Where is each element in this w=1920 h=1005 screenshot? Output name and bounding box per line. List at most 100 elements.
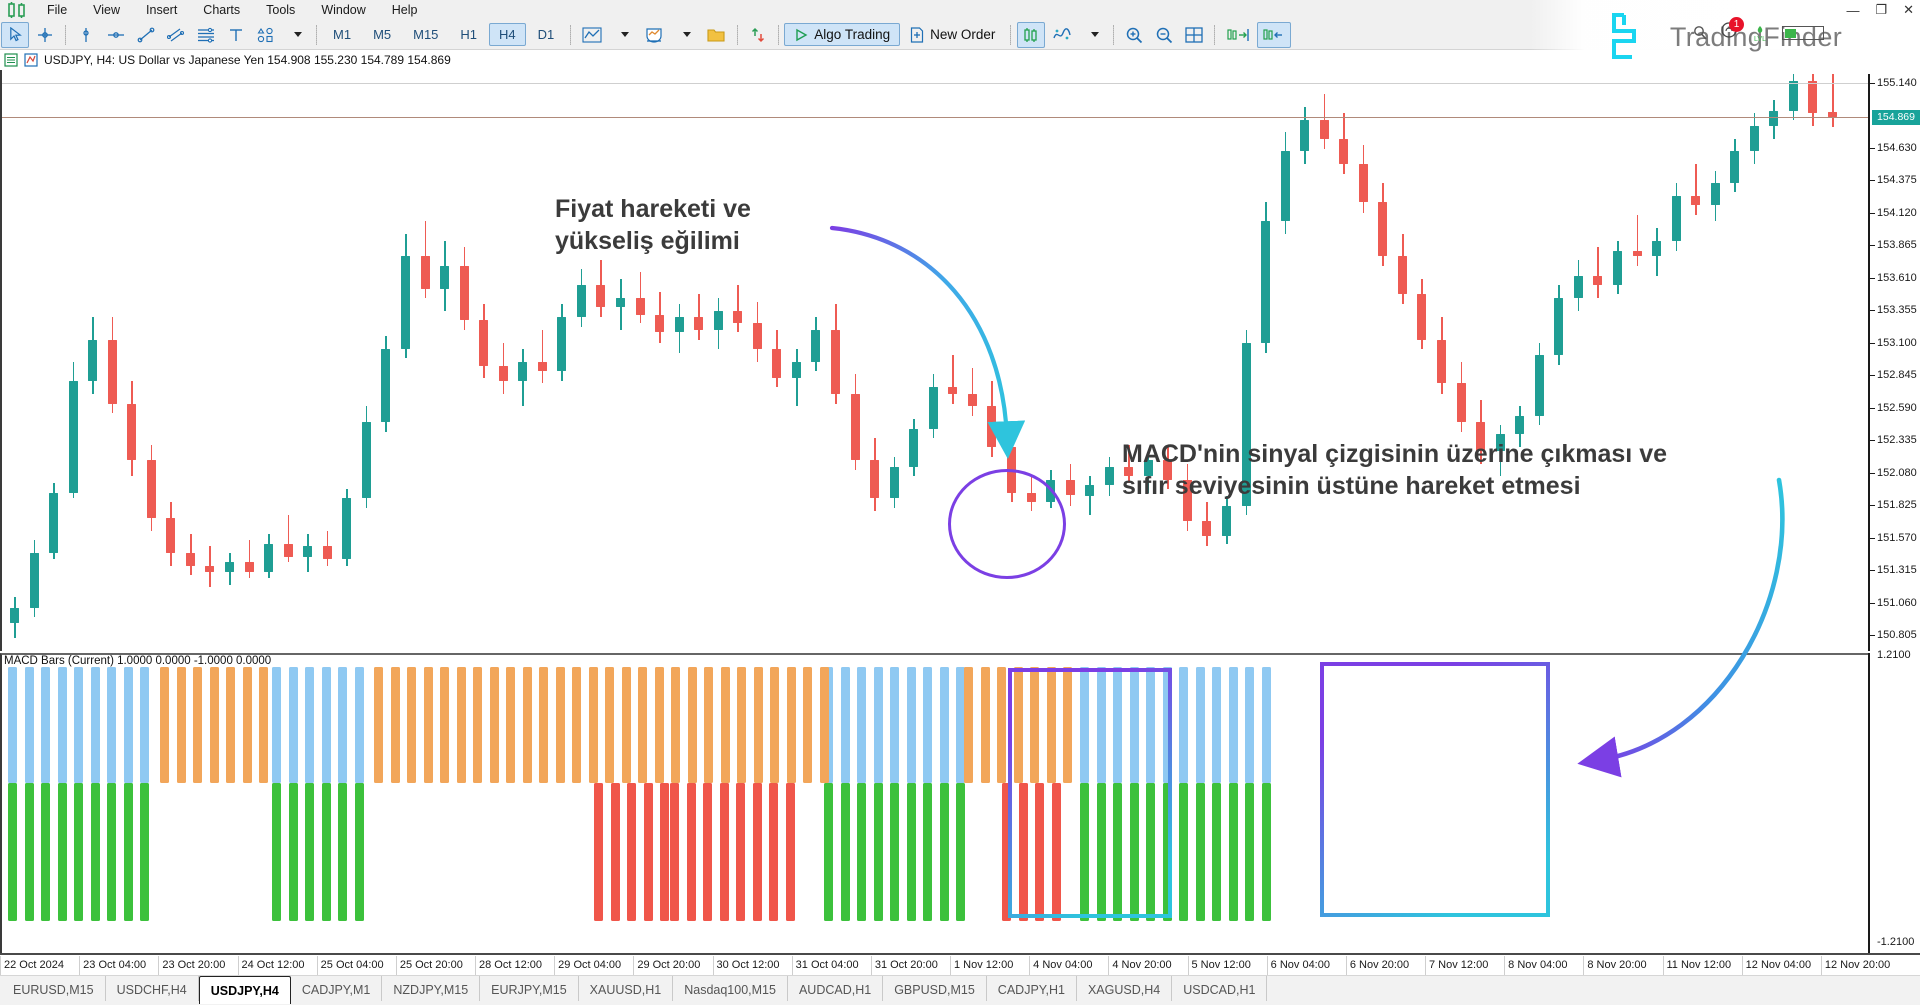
candle-body — [928, 387, 938, 430]
price-tick — [1870, 537, 1875, 539]
macd-indicator-pane[interactable] — [0, 653, 1868, 953]
tab-eurjpy-m15[interactable]: EURJPY,M15 — [480, 976, 579, 1001]
chart-shift-right-icon[interactable] — [1221, 22, 1255, 48]
time-axis[interactable]: 22 Oct 2024 23 Oct 04:00 23 Oct 20:00 24 Oc… — [0, 953, 1920, 976]
candle-body — [459, 266, 469, 320]
timeframe-h4[interactable]: H4 — [489, 23, 526, 46]
macd-axis[interactable]: 1.2100 -1.2100 — [1868, 649, 1920, 953]
magnifier-plus-icon[interactable] — [1120, 22, 1148, 48]
candle-wick — [248, 540, 251, 579]
indicators-icon[interactable] — [639, 22, 669, 48]
tab-xagusd-h4[interactable]: XAGUSD,H4 — [1077, 976, 1173, 1001]
macd-signal-bar-down — [703, 783, 712, 921]
macd-signal-bar-down — [610, 783, 620, 921]
objects-chevron-down-icon[interactable] — [1079, 22, 1107, 48]
time-axis-separator — [950, 956, 951, 976]
macd-hist-bar-down — [638, 667, 647, 783]
shapes-icon[interactable] — [252, 22, 280, 48]
macd-signal-bar-down — [627, 783, 636, 921]
chart-shift-left-icon[interactable] — [1257, 21, 1292, 48]
tab-gbpusd-m15[interactable]: GBPUSD,M15 — [883, 976, 987, 1001]
price-axis[interactable]: 155.140 154.630 154.375 154.120 153.865 153.6… — [1868, 66, 1920, 651]
svg-text:LVL: LVL — [1754, 36, 1766, 42]
menu-item-help[interactable]: Help — [379, 0, 431, 20]
candle-body — [1788, 81, 1798, 111]
close-button[interactable]: ✕ — [1903, 2, 1914, 18]
macd-signal-bar-down — [643, 783, 653, 921]
tab-usdjpy-h4[interactable]: USDJPY,H4 — [198, 976, 291, 1004]
candle-body — [674, 317, 684, 333]
bullish-reversal-circle-highlight — [948, 469, 1066, 579]
tab-usdcad-h1[interactable]: USDCAD,H1 — [1172, 976, 1268, 1001]
candle-body — [909, 429, 919, 468]
indicator-icon[interactable] — [24, 53, 38, 67]
menu-item-insert[interactable]: Insert — [133, 0, 190, 20]
macd-hist-bar-down — [803, 667, 812, 783]
tab-nzdjpy-m15[interactable]: NZDJPY,M15 — [382, 976, 481, 1001]
fibonacci-retracement-icon[interactable] — [192, 22, 220, 48]
indicators-chevron-down-icon[interactable] — [671, 22, 699, 48]
objects-squiggle-icon[interactable] — [1047, 22, 1077, 48]
trendline-icon[interactable] — [132, 22, 160, 48]
crosshair-icon[interactable] — [31, 22, 59, 48]
timeframe-d1[interactable]: D1 — [528, 23, 565, 46]
line-chart-icon[interactable] — [577, 22, 607, 48]
timeframe-m5[interactable]: M5 — [363, 23, 401, 46]
notification-bell-icon[interactable]: 1 — [1721, 17, 1744, 44]
price-tick — [1870, 180, 1875, 182]
maximize-button[interactable]: ❐ — [1875, 2, 1887, 18]
candlestick-icon[interactable] — [1017, 21, 1046, 48]
macd-hist-bar-down — [997, 667, 1006, 783]
grid-icon[interactable] — [1180, 22, 1208, 48]
tab-eurusd-m15[interactable]: EURUSD,M15 — [2, 976, 106, 1001]
tab-usdchf-h4[interactable]: USDCHF,H4 — [106, 976, 199, 1001]
data-window-icon[interactable] — [4, 53, 18, 67]
menu-item-file[interactable]: File — [34, 0, 80, 20]
algo-trading-button[interactable]: Algo Trading — [784, 23, 901, 46]
cursor-arrow-icon[interactable] — [1, 21, 29, 48]
toolbar-separator — [737, 24, 739, 45]
candle-body — [1534, 355, 1544, 417]
chart-type-chevron-down-icon[interactable] — [609, 22, 637, 48]
time-axis-separator — [79, 956, 81, 976]
menu-item-window[interactable]: Window — [308, 0, 378, 20]
horizontal-line-icon[interactable] — [102, 22, 130, 48]
candle-body — [303, 546, 313, 557]
price-chart-pane[interactable] — [0, 66, 1868, 651]
time-axis-label: 4 Nov 20:00 — [1112, 959, 1172, 971]
menu-item-tools[interactable]: Tools — [253, 0, 308, 20]
search-icon[interactable] — [1692, 25, 1708, 41]
time-axis-separator — [870, 956, 872, 976]
menu-item-charts[interactable]: Charts — [190, 0, 253, 20]
vertical-line-icon[interactable] — [72, 22, 100, 48]
toolbar-separator — [778, 24, 780, 45]
new-order-button[interactable]: New Order — [900, 23, 1005, 47]
minimize-button[interactable]: — — [1846, 3, 1859, 18]
tab-xauusd-h1[interactable]: XAUUSD,H1 — [579, 976, 674, 1001]
tab-nasdaq100-m15[interactable]: Nasdaq100,M15 — [673, 976, 788, 1001]
timeframe-h1[interactable]: H1 — [450, 23, 487, 46]
time-axis-label: 8 Nov 04:00 — [1508, 959, 1568, 971]
menu-item-view[interactable]: View — [80, 0, 133, 20]
macd-hist-bar-down — [473, 667, 482, 783]
timeframe-m1[interactable]: M1 — [323, 23, 361, 46]
autoscroll-arrows-icon[interactable] — [744, 22, 772, 48]
magnifier-minus-icon[interactable] — [1150, 22, 1178, 48]
macd-hist-bar-down — [440, 667, 449, 783]
macd-signal-bar-up — [956, 783, 965, 921]
timeframe-m15[interactable]: M15 — [403, 23, 448, 46]
tab-cadjpy-h1[interactable]: CADJPY,H1 — [987, 976, 1077, 1001]
shapes-dropdown-chevron-down-icon[interactable] — [282, 22, 310, 48]
price-tick — [1870, 245, 1875, 247]
macd-hist-bar-down — [259, 667, 268, 783]
candle-body — [1104, 467, 1114, 486]
tab-audcad-h1[interactable]: AUDCAD,H1 — [788, 976, 884, 1001]
price-tick — [1870, 82, 1875, 84]
tab-cadjpy-m1[interactable]: CADJPY,M1 — [291, 976, 383, 1001]
folder-templates-icon[interactable] — [701, 22, 731, 48]
equidistant-channel-icon[interactable] — [162, 22, 190, 48]
candle-body — [596, 285, 606, 307]
candle-body — [1397, 255, 1407, 295]
macd-hist-bar-up — [74, 667, 83, 783]
text-label-icon[interactable] — [222, 22, 250, 48]
